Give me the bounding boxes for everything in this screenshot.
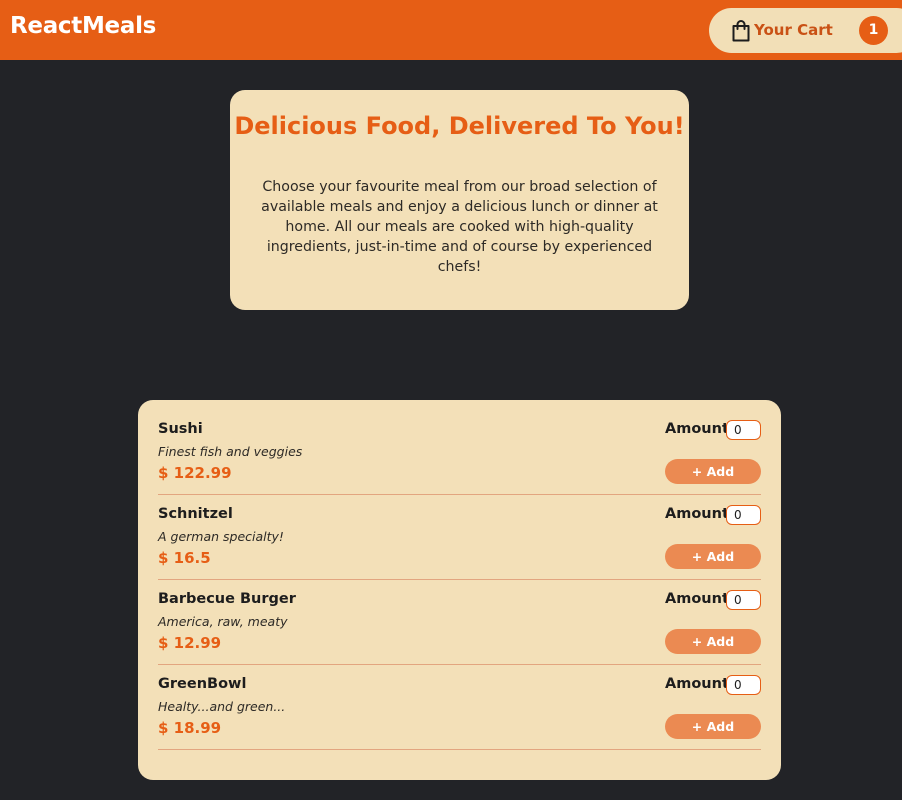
amount-label: Amount	[665, 506, 729, 522]
meal-name: Sushi	[158, 421, 203, 437]
meal-item: Barbecue Burger America, raw, meaty $ 12…	[158, 580, 761, 665]
amount-input[interactable]	[726, 420, 761, 440]
meal-price: $ 16.5	[158, 549, 211, 567]
meal-description: Finest fish and veggies	[158, 444, 303, 459]
cart-count-badge: 1	[859, 16, 888, 45]
meal-item: Schnitzel A german specialty! $ 16.5 Amo…	[158, 495, 761, 580]
brand-title: ReactMeals	[10, 13, 157, 39]
meal-price: $ 12.99	[158, 634, 222, 652]
meal-description: A german specialty!	[158, 529, 284, 544]
add-button[interactable]: + Add	[665, 459, 761, 484]
meal-item: Sushi Finest fish and veggies $ 122.99 A…	[158, 410, 761, 495]
meals-summary: Delicious Food, Delivered To You! Choose…	[230, 90, 689, 310]
amount-input[interactable]	[726, 505, 761, 525]
amount-label: Amount	[665, 591, 729, 607]
cart-button[interactable]: Your Cart 1	[709, 8, 902, 53]
amount-label: Amount	[665, 421, 729, 437]
meal-list: Sushi Finest fish and veggies $ 122.99 A…	[158, 410, 761, 750]
summary-title: Delicious Food, Delivered To You!	[234, 112, 685, 140]
add-button[interactable]: + Add	[665, 544, 761, 569]
meal-name: Schnitzel	[158, 506, 233, 522]
meal-item: GreenBowl Healty...and green... $ 18.99 …	[158, 665, 761, 750]
amount-input[interactable]	[726, 675, 761, 695]
cart-label: Your Cart	[754, 21, 833, 39]
amount-input[interactable]	[726, 590, 761, 610]
meal-description: Healty...and green...	[158, 699, 286, 714]
available-meals: Sushi Finest fish and veggies $ 122.99 A…	[138, 400, 781, 780]
shopping-bag-icon	[731, 19, 751, 42]
meal-name: GreenBowl	[158, 676, 247, 692]
summary-text: Choose your favourite meal from our broa…	[261, 179, 658, 275]
meal-price: $ 122.99	[158, 464, 232, 482]
amount-label: Amount	[665, 676, 729, 692]
add-button[interactable]: + Add	[665, 714, 761, 739]
meal-description: America, raw, meaty	[158, 614, 288, 629]
add-button[interactable]: + Add	[665, 629, 761, 654]
meal-price: $ 18.99	[158, 719, 222, 737]
meal-name: Barbecue Burger	[158, 591, 296, 607]
app-header: ReactMeals Your Cart 1	[0, 0, 902, 60]
